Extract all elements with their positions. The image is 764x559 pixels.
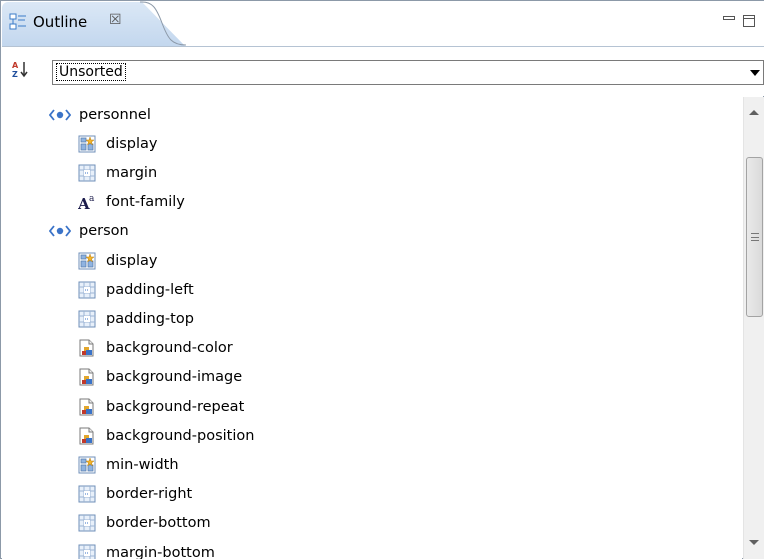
box-property-icon: [78, 544, 96, 559]
tree-item[interactable]: border-bottom: [78, 509, 211, 538]
vertical-scrollbar[interactable]: [743, 97, 764, 559]
scroll-up-arrow-icon[interactable]: [749, 110, 759, 115]
close-icon[interactable]: ☒: [109, 12, 122, 28]
box-property-icon: [78, 281, 96, 299]
tree-item[interactable]: background-repeat: [78, 392, 244, 421]
outline-tree: personnel display margin Aa font-family perso…: [2, 97, 742, 559]
tree-item[interactable]: min-width: [78, 450, 179, 479]
tree-item-label: border-right: [106, 486, 193, 503]
tree-item-label: display: [106, 252, 158, 269]
background-property-icon: [78, 368, 96, 386]
background-property-icon: [78, 427, 96, 445]
tree-item[interactable]: padding-top: [78, 304, 194, 333]
minimize-icon[interactable]: [723, 15, 735, 27]
tree-item-label: padding-top: [106, 310, 194, 327]
background-property-icon: [78, 398, 96, 416]
grip-icon: [751, 233, 759, 241]
tree-item-label: personnel: [79, 106, 151, 123]
tree-item-label: padding-left: [106, 281, 194, 298]
tree-item[interactable]: padding-left: [78, 275, 194, 304]
svg-text:Z: Z: [12, 70, 18, 78]
box-property-icon: [78, 514, 96, 532]
tree-item-label: margin: [106, 164, 158, 181]
box-property-icon: [78, 485, 96, 503]
tree-item[interactable]: personnel: [48, 100, 151, 129]
element-icon: [48, 222, 72, 240]
tree-item-label: border-bottom: [106, 515, 211, 532]
display-property-icon: [78, 135, 96, 153]
svg-text:A: A: [12, 61, 19, 70]
tree-item[interactable]: display: [78, 246, 158, 275]
tree-item[interactable]: margin: [78, 158, 157, 187]
tree-item[interactable]: person: [48, 217, 129, 246]
scroll-down-arrow-icon[interactable]: [749, 540, 759, 545]
tree-item-label: display: [106, 135, 158, 152]
tree-item[interactable]: display: [78, 129, 158, 158]
tree-item[interactable]: border-right: [78, 480, 192, 509]
tree-item[interactable]: background-image: [78, 363, 242, 392]
tree-item-label: background-repeat: [106, 398, 245, 415]
display-property-icon: [78, 456, 96, 474]
element-icon: [48, 106, 72, 124]
tree-item-label: background-image: [106, 369, 243, 386]
view-tab-bar: Outline ☒: [1, 1, 764, 46]
tree-item-label: font-family: [106, 194, 185, 211]
sort-az-icon[interactable]: A Z: [12, 60, 28, 78]
font-property-icon: Aa: [77, 193, 96, 213]
sort-mode-value: Unsorted: [56, 63, 126, 81]
svg-text:a: a: [89, 194, 95, 204]
outline-toolbar: A Z Unsorted: [2, 46, 764, 96]
outline-icon: [9, 13, 26, 30]
tree-item-label: margin-bottom: [106, 544, 215, 559]
tab-label: Outline: [33, 13, 88, 31]
tree-item-label: background-color: [106, 340, 233, 357]
sort-mode-select[interactable]: Unsorted: [52, 60, 764, 85]
display-property-icon: [78, 252, 96, 270]
tree-item[interactable]: Aa font-family: [77, 188, 185, 217]
tree-item[interactable]: background-color: [78, 334, 233, 363]
box-property-icon: [78, 164, 96, 182]
chevron-down-icon[interactable]: [750, 70, 760, 76]
tree-item-label: min-width: [106, 456, 179, 473]
tree-item-label: person: [79, 223, 129, 240]
scrollbar-thumb[interactable]: [746, 157, 763, 317]
outline-view: Outline ☒ A Z Unsorted personnel display m…: [0, 0, 764, 559]
box-property-icon: [78, 310, 96, 328]
tree-item-label: background-position: [106, 427, 255, 444]
background-property-icon: [78, 339, 96, 357]
maximize-icon[interactable]: [743, 15, 755, 27]
tree-item[interactable]: margin-bottom: [78, 538, 215, 559]
tree-item[interactable]: background-position: [78, 421, 254, 450]
tab-outline[interactable]: [2, 2, 185, 46]
